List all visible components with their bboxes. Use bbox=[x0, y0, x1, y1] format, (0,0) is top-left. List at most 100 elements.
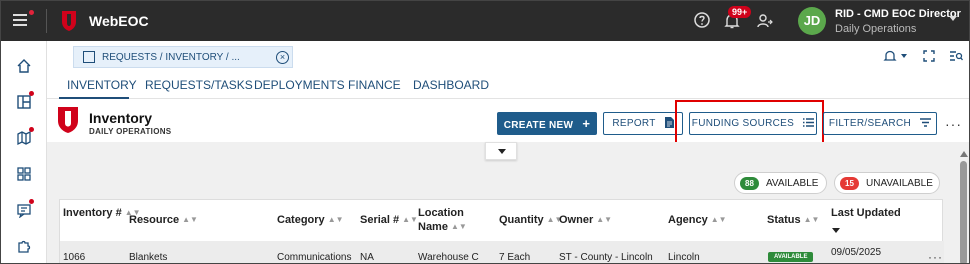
home-icon[interactable] bbox=[16, 58, 32, 74]
available-label: AVAILABLE bbox=[766, 178, 819, 189]
map-icon[interactable] bbox=[16, 130, 32, 146]
map-notification-dot bbox=[29, 127, 34, 132]
column-header-label: Agency bbox=[668, 214, 708, 226]
cell-agency: Lincoln bbox=[668, 252, 700, 263]
cell-location: Warehouse C bbox=[418, 252, 479, 263]
column-header-serial[interactable]: Serial # ▲▼ bbox=[360, 214, 418, 226]
left-rail bbox=[1, 41, 47, 263]
column-header-owner[interactable]: Owner ▲▼ bbox=[559, 214, 612, 226]
create-new-button[interactable]: CREATE NEW + bbox=[497, 112, 597, 135]
column-header-last-updated[interactable]: Last Updated bbox=[831, 207, 901, 219]
expand-toggle-button[interactable] bbox=[485, 142, 517, 160]
unavailable-count: 15 bbox=[840, 177, 859, 190]
webeoc-logo-icon bbox=[62, 11, 76, 31]
app-window: WebEOC 99+ JD RID - CMD EOC Director Dai… bbox=[0, 0, 970, 264]
column-header-label: Owner bbox=[559, 214, 594, 226]
tab-deployments[interactable]: DEPLOYMENTS bbox=[254, 78, 345, 92]
sort-icon: ▲▼ bbox=[803, 215, 820, 224]
switch-user-icon[interactable] bbox=[756, 12, 774, 30]
tab-inventory[interactable]: INVENTORY bbox=[67, 78, 137, 92]
column-header-label: Inventory # bbox=[63, 207, 122, 219]
cell-quantity: 7 Each bbox=[499, 252, 531, 263]
column-header-resource[interactable]: Resource ▲▼ bbox=[129, 214, 198, 226]
top-bar: WebEOC 99+ JD RID - CMD EOC Director Dai… bbox=[1, 1, 969, 41]
avatar[interactable]: JD bbox=[798, 7, 826, 35]
cell-resource: Blankets bbox=[129, 252, 168, 263]
tab-label: REQUESTS / INVENTORY / ... bbox=[102, 52, 240, 63]
plugin-icon[interactable] bbox=[16, 238, 32, 254]
column-header-location-line2[interactable]: Name ▲▼ bbox=[418, 221, 467, 233]
unavailable-filter-pill[interactable]: 15 UNAVAILABLE bbox=[834, 172, 940, 194]
filter-search-label: FILTER/SEARCH bbox=[828, 118, 911, 129]
more-options-icon[interactable]: ··· bbox=[945, 116, 962, 132]
sort-desc-icon[interactable] bbox=[832, 228, 840, 233]
tab-dashboard[interactable]: DASHBOARD bbox=[413, 78, 489, 92]
report-label: REPORT bbox=[612, 118, 656, 129]
column-header-location[interactable]: Location bbox=[418, 207, 464, 219]
highlight-annotation bbox=[675, 100, 824, 145]
available-count: 88 bbox=[740, 177, 759, 190]
page-title: Inventory bbox=[89, 110, 153, 126]
tab-requests-tasks[interactable]: REQUESTS/TASKS bbox=[145, 78, 253, 92]
list-search-icon[interactable] bbox=[949, 50, 963, 62]
document-icon bbox=[664, 117, 674, 128]
sort-icon: ▲▼ bbox=[327, 215, 344, 224]
app-name: WebEOC bbox=[89, 13, 149, 29]
tab-finance[interactable]: FINANCE bbox=[348, 78, 401, 92]
create-new-label: CREATE NEW bbox=[503, 120, 574, 131]
message-icon[interactable] bbox=[16, 202, 32, 218]
column-header-label: Status bbox=[767, 214, 801, 226]
chevron-down-icon bbox=[498, 149, 506, 154]
fullscreen-icon[interactable] bbox=[923, 50, 935, 62]
column-header-label: Location bbox=[418, 207, 464, 219]
board-tab-icon bbox=[83, 51, 95, 63]
open-tabs-strip: REQUESTS / INVENTORY / ... × bbox=[47, 41, 969, 73]
chevron-down-icon[interactable] bbox=[949, 16, 957, 21]
cell-category: Communications bbox=[277, 252, 352, 263]
report-button[interactable]: REPORT bbox=[603, 112, 683, 135]
menu-notification-dot bbox=[29, 10, 34, 15]
topbar-divider bbox=[46, 9, 47, 33]
webeoc-logo-icon bbox=[58, 107, 78, 133]
dashboard-grid-icon[interactable] bbox=[16, 166, 32, 182]
column-header-agency[interactable]: Agency ▲▼ bbox=[668, 214, 727, 226]
scroll-up-arrow-icon[interactable] bbox=[960, 151, 968, 157]
boards-icon[interactable] bbox=[16, 94, 32, 110]
sort-icon: ▲▼ bbox=[596, 215, 613, 224]
boards-notification-dot bbox=[29, 91, 34, 96]
filter-icon bbox=[920, 118, 932, 127]
column-header-quantity[interactable]: Quantity ▲▼ bbox=[499, 214, 562, 226]
column-header-label: Last Updated bbox=[831, 207, 901, 219]
section-nav: INVENTORY REQUESTS/TASKS DEPLOYMENTS FIN… bbox=[47, 73, 969, 99]
plus-icon: + bbox=[582, 116, 591, 131]
active-tab-indicator bbox=[59, 97, 129, 99]
column-header-label: Name bbox=[418, 221, 448, 233]
menu-collapse-icon[interactable] bbox=[13, 10, 35, 31]
available-filter-pill[interactable]: 88 AVAILABLE bbox=[734, 172, 827, 194]
cell-owner: ST - County - Lincoln bbox=[559, 252, 653, 263]
tab-requests-inventory[interactable]: REQUESTS / INVENTORY / ... × bbox=[73, 46, 293, 68]
chevron-down-icon[interactable] bbox=[901, 54, 907, 58]
sort-icon: ▲▼ bbox=[710, 215, 727, 224]
alarm-bell-icon[interactable] bbox=[883, 49, 897, 63]
column-header-status[interactable]: Status ▲▼ bbox=[767, 214, 819, 226]
inventory-table: Inventory # ▲▼ Resource ▲▼ Category ▲▼ Seri… bbox=[59, 199, 944, 263]
message-notification-dot bbox=[29, 199, 34, 204]
column-header-label: Resource bbox=[129, 214, 180, 226]
sort-icon: ▲▼ bbox=[182, 215, 198, 224]
column-header-label: Quantity bbox=[499, 214, 544, 226]
column-header-category[interactable]: Category ▲▼ bbox=[277, 214, 344, 226]
scrollbar-thumb[interactable] bbox=[960, 161, 967, 263]
status-badge: AVAILABLE bbox=[768, 252, 814, 262]
page-subtitle: DAILY OPERATIONS bbox=[89, 127, 172, 136]
cell-serial: NA bbox=[360, 252, 374, 263]
close-icon[interactable]: × bbox=[276, 51, 289, 64]
column-header-label: Serial # bbox=[360, 214, 400, 226]
user-role: Daily Operations bbox=[835, 23, 917, 35]
user-name[interactable]: RID - CMD EOC Director bbox=[835, 8, 961, 20]
help-icon[interactable] bbox=[693, 11, 711, 29]
filter-search-button[interactable]: FILTER/SEARCH bbox=[823, 112, 937, 135]
vertical-scrollbar[interactable] bbox=[958, 149, 969, 263]
unavailable-label: UNAVAILABLE bbox=[866, 178, 933, 189]
row-more-options-icon[interactable]: ··· bbox=[928, 250, 943, 263]
